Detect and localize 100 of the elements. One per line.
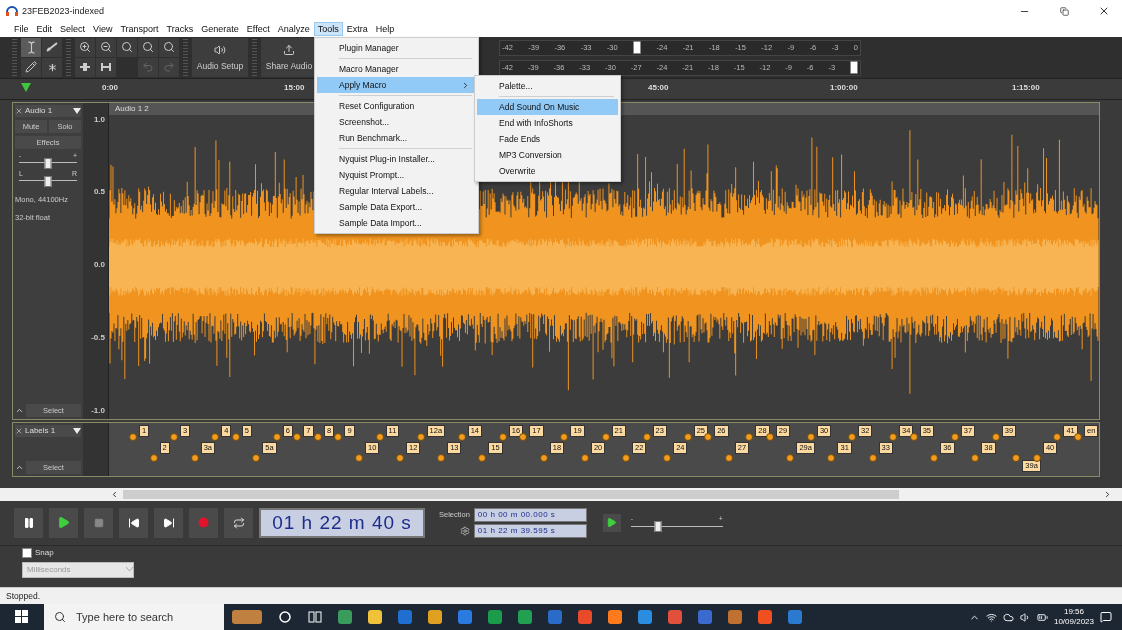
label-marker-icon[interactable] (765, 432, 774, 441)
multi-tool-button[interactable] (42, 57, 62, 77)
taskbar-search-field[interactable]: Type here to search (74, 610, 218, 624)
label-marker-icon[interactable] (457, 432, 466, 441)
label-marker-icon[interactable] (848, 432, 856, 441)
label-marker-icon[interactable] (806, 432, 815, 441)
label-marker-icon[interactable] (991, 432, 1000, 441)
label-marker-icon[interactable] (334, 432, 343, 441)
label-marker-icon[interactable] (416, 432, 425, 441)
silence-button[interactable] (96, 57, 116, 77)
volume-icon[interactable] (1019, 611, 1031, 623)
label-marker-icon[interactable] (231, 432, 240, 441)
menu-item[interactable]: End with InfoShorts (477, 115, 618, 131)
fit-selection-button[interactable] (117, 37, 137, 57)
label-marker-icon[interactable] (786, 453, 795, 462)
meter-thumb[interactable] (633, 41, 642, 55)
label-marker-icon[interactable] (539, 453, 548, 462)
menu-item[interactable]: Macro Manager (317, 61, 476, 77)
menu-item[interactable]: Add Sound On Music (477, 99, 618, 115)
menu-item[interactable]: Fade Ends (477, 131, 618, 147)
menu-item[interactable]: Nyquist Plug-in Installer... (317, 151, 476, 167)
label-marker-icon[interactable] (396, 453, 405, 462)
label-marker-icon[interactable] (149, 453, 158, 462)
scroll-thumb[interactable] (123, 490, 899, 500)
taskbar-app-icon[interactable] (368, 610, 382, 624)
menu-item[interactable]: Plugin Manager (317, 40, 476, 56)
selection-start-field[interactable]: 00 h 00 m 00.000 s (473, 507, 587, 522)
menu-bar-item[interactable]: Tools (313, 22, 343, 37)
selection-end-field[interactable]: 01 h 22 m 39.595 s (473, 523, 587, 538)
label-marker-icon[interactable] (827, 453, 836, 462)
label-marker-icon[interactable] (313, 432, 322, 441)
label-marker-icon[interactable] (663, 453, 672, 462)
stop-button[interactable] (84, 507, 113, 538)
close-icon[interactable] (15, 426, 23, 435)
label-marker-icon[interactable] (745, 432, 754, 441)
trim-button[interactable] (75, 57, 95, 77)
label-marker-icon[interactable] (211, 432, 220, 441)
pause-button[interactable] (14, 507, 43, 538)
label-marker-icon[interactable] (293, 432, 302, 441)
label-marker-icon[interactable] (272, 432, 281, 441)
label-marker-icon[interactable] (1074, 432, 1082, 441)
dropdown-arrow-icon[interactable] (73, 107, 81, 114)
label-marker-icon[interactable] (601, 432, 610, 441)
menu-item[interactable]: Overwrite (477, 163, 618, 179)
menu-item[interactable]: Regular Interval Labels... (317, 183, 476, 199)
label-marker-icon[interactable] (354, 453, 363, 462)
label-marker-icon[interactable] (683, 432, 692, 441)
label-marker-icon[interactable] (190, 453, 199, 462)
meter-thumb[interactable] (850, 61, 858, 75)
menu-bar-item[interactable]: Generate (197, 22, 243, 37)
zoom-in-button[interactable] (75, 37, 95, 57)
loop-button[interactable] (224, 507, 253, 538)
label-marker-icon[interactable] (519, 432, 528, 441)
label-marker-icon[interactable] (642, 432, 651, 441)
play-at-speed-button[interactable] (602, 513, 621, 532)
menu-bar-item[interactable]: Transport (116, 22, 163, 37)
record-button[interactable] (189, 507, 218, 538)
zoom-toggle-button[interactable] (159, 37, 179, 57)
label-marker-icon[interactable] (478, 453, 487, 462)
label-marker-icon[interactable] (950, 432, 959, 441)
label-marker-icon[interactable] (868, 453, 877, 462)
label-marker-icon[interactable] (560, 432, 569, 441)
skip-to-start-button[interactable] (119, 507, 148, 538)
label-marker-icon[interactable] (971, 453, 980, 462)
menu-item[interactable]: Apply Macro (317, 77, 476, 93)
envelope-tool-button[interactable] (42, 37, 62, 57)
notification-icon[interactable] (1100, 611, 1112, 623)
audio-setup-button[interactable]: Audio Setup (192, 37, 248, 77)
settings-icon[interactable] (459, 525, 470, 536)
label-marker-icon[interactable] (622, 453, 631, 462)
close-icon[interactable] (15, 106, 23, 115)
label-marker-icon[interactable] (252, 453, 261, 462)
label-marker-icon[interactable] (704, 432, 713, 441)
menu-bar-item[interactable]: Analyze (273, 22, 314, 37)
dropdown-arrow-icon[interactable] (73, 427, 81, 434)
menu-bar-item[interactable]: Help (371, 22, 399, 37)
pencil-tool-button[interactable] (21, 57, 41, 77)
label-marker-icon[interactable] (1053, 432, 1062, 441)
label-marker-icon[interactable] (724, 453, 733, 462)
taskbar-clock[interactable]: 19:56 10/09/2023 (1053, 607, 1094, 627)
share-audio-button[interactable]: Share Audio (261, 37, 317, 77)
search-bar[interactable]: Type here to search (44, 604, 224, 630)
horizontal-scrollbar[interactable] (0, 488, 1122, 502)
menu-item[interactable]: Run Benchmark... (317, 130, 476, 146)
label-marker-icon[interactable] (909, 432, 918, 441)
wifi-icon[interactable] (985, 611, 997, 623)
zoom-out-button[interactable] (96, 37, 116, 57)
skip-to-end-button[interactable] (154, 507, 183, 538)
menu-bar-item[interactable]: Tracks (162, 22, 198, 37)
menu-item[interactable]: Palette... (477, 78, 618, 94)
menu-bar-item[interactable]: View (89, 22, 117, 37)
search-circle-icon[interactable] (278, 610, 292, 624)
cloud-icon[interactable] (1002, 611, 1014, 623)
menu-item[interactable]: MP3 Conversion (477, 147, 618, 163)
slider-thumb[interactable] (654, 521, 662, 533)
label-marker-icon[interactable] (498, 432, 507, 441)
menu-bar-item[interactable]: File (10, 22, 33, 37)
label-marker-icon[interactable] (580, 453, 589, 462)
menu-item[interactable]: Screenshot... (317, 114, 476, 130)
play-button[interactable] (49, 507, 78, 538)
